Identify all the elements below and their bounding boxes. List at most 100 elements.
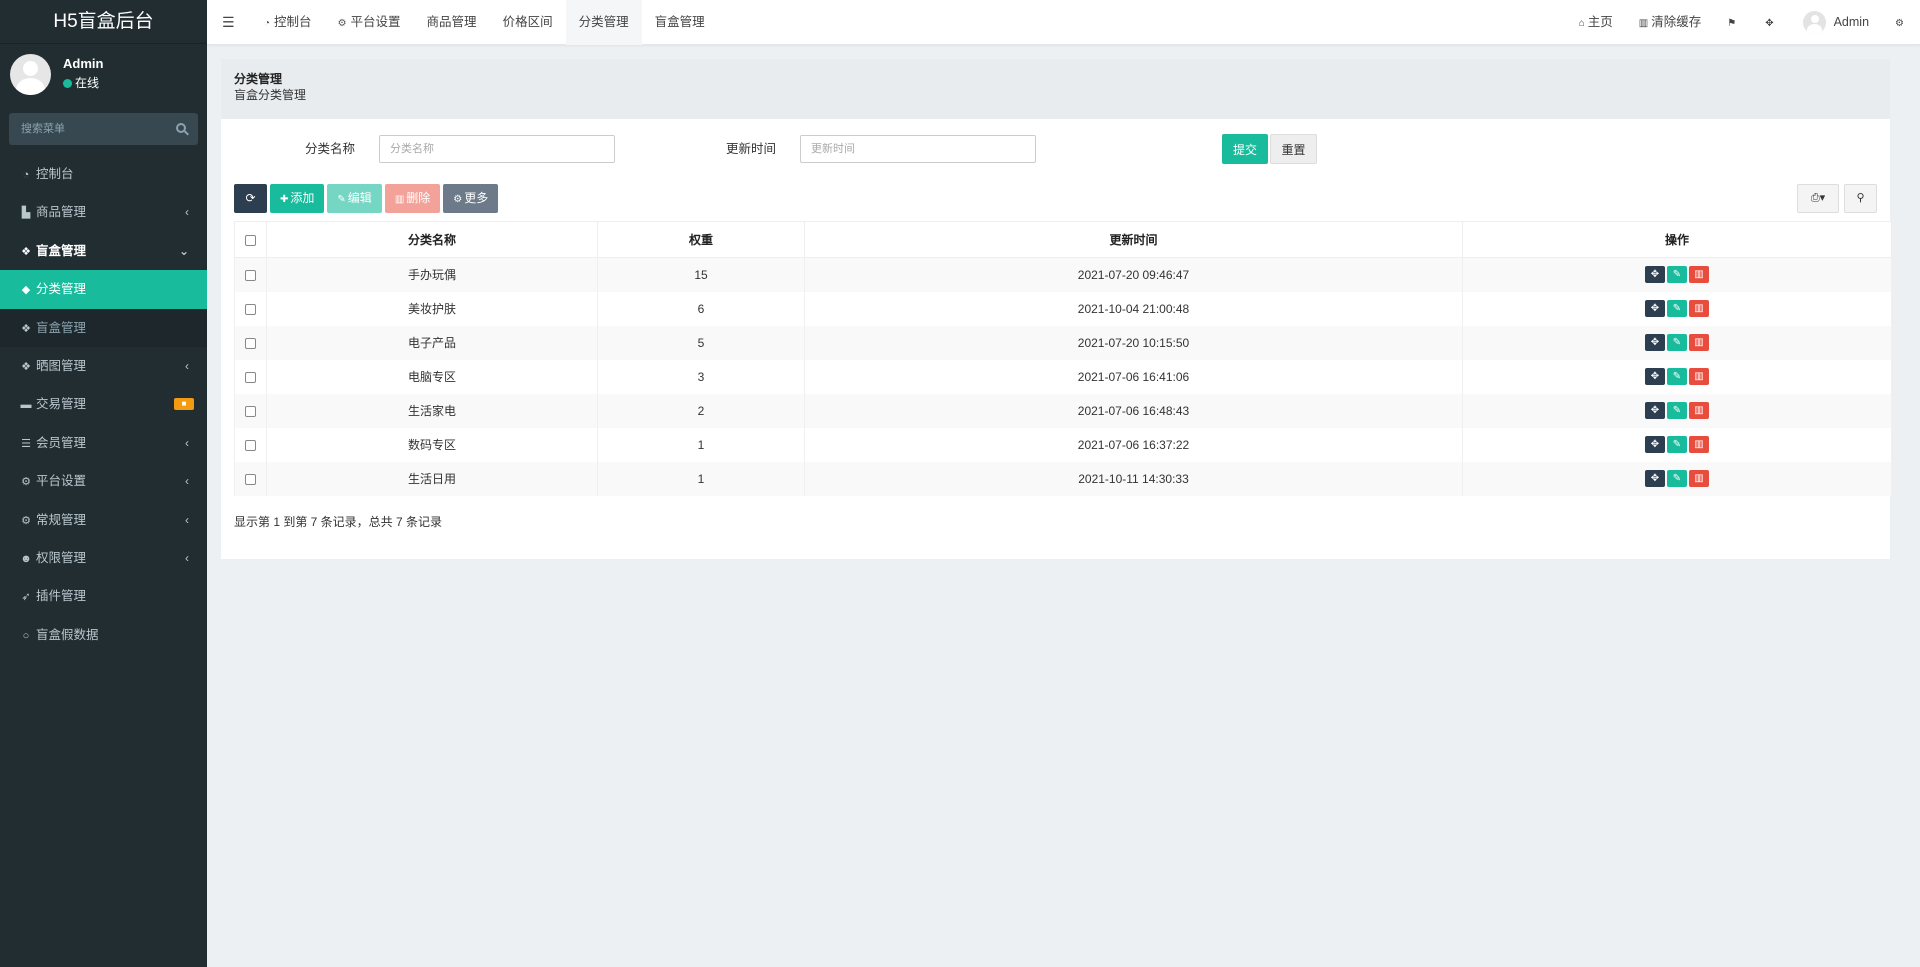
delete-button[interactable]: ▥ 删除 bbox=[384, 184, 441, 213]
clear-cache-link[interactable]: ▥ 清除缓存 bbox=[1626, 0, 1714, 45]
tab-platform-settings[interactable]: ⚙ 平台设置 bbox=[325, 0, 414, 45]
row-delete-button[interactable]: ▥ bbox=[1689, 436, 1709, 453]
row-checkbox[interactable] bbox=[245, 405, 256, 417]
row-select-cell bbox=[234, 461, 267, 496]
sidebar-item-blindbox-sub[interactable]: ❖ 盲盒管理 bbox=[0, 308, 207, 347]
fullscreen-button[interactable]: ✥ bbox=[1752, 0, 1789, 45]
row-edit-button[interactable]: ✎ bbox=[1667, 436, 1687, 453]
row-checkbox[interactable] bbox=[245, 270, 256, 282]
more-button[interactable]: ⚙ 更多 bbox=[443, 184, 499, 213]
row-delete-button[interactable]: ▥ bbox=[1689, 300, 1709, 317]
tags-icon: ◆ bbox=[21, 284, 31, 297]
home-icon: ⌂ bbox=[1578, 18, 1585, 29]
sidebar-item-auth[interactable]: ☻ 权限管理 ‹ bbox=[0, 539, 207, 577]
chevron-left-icon: ‹ bbox=[185, 550, 189, 565]
column-header-time[interactable]: 更新时间 bbox=[804, 221, 1463, 258]
cell-weight: 2 bbox=[597, 393, 805, 428]
row-delete-button[interactable]: ▥ bbox=[1689, 402, 1709, 419]
sidebar-item-category[interactable]: ◆ 分类管理 bbox=[0, 270, 207, 309]
row-checkbox[interactable] bbox=[245, 473, 256, 485]
tab-category[interactable]: 分类管理 bbox=[565, 0, 642, 45]
tab-blindbox[interactable]: 盲盒管理 bbox=[642, 0, 718, 45]
cell-weight: 6 bbox=[597, 291, 805, 326]
cell-weight: 15 bbox=[597, 257, 805, 292]
sidebar-item-general[interactable]: ⚙ 常规管理 ‹ bbox=[0, 501, 207, 539]
cell-actions: ✥ ✎ ▥ bbox=[1462, 257, 1892, 292]
edit-button[interactable]: ✎ 编辑 bbox=[327, 184, 382, 213]
cogs-icon: ⚙ bbox=[1895, 18, 1904, 29]
row-delete-button[interactable]: ▥ bbox=[1689, 368, 1709, 385]
sidebar-item-goods[interactable]: ▙ 商品管理 ‹ bbox=[0, 193, 207, 231]
search-icon[interactable] bbox=[176, 123, 186, 133]
sidebar-item-plugins[interactable]: ➶ 插件管理 bbox=[0, 577, 207, 615]
sidebar-item-members[interactable]: ☰ 会员管理 ‹ bbox=[0, 424, 207, 462]
drag-sort-button[interactable]: ✥ bbox=[1645, 470, 1665, 487]
nav-tabs: ◔ 控制台 ⚙ 平台设置 商品管理 价格区间 分类管理 盲盒管理 bbox=[251, 0, 718, 45]
chevron-down-icon: ⌄ bbox=[178, 243, 189, 258]
time-filter-input[interactable] bbox=[800, 135, 1036, 163]
chevron-left-icon: ‹ bbox=[185, 474, 189, 489]
cell-actions: ✥ ✎ ▥ bbox=[1462, 325, 1892, 360]
row-edit-button[interactable]: ✎ bbox=[1667, 368, 1687, 385]
row-checkbox[interactable] bbox=[245, 371, 256, 383]
row-checkbox[interactable] bbox=[245, 439, 256, 451]
user-name: Admin bbox=[63, 56, 104, 71]
sidebar-item-dashboard[interactable]: ◔ 控制台 bbox=[0, 155, 207, 193]
dropbox-icon: ❖ bbox=[21, 245, 31, 258]
tab-goods[interactable]: 商品管理 bbox=[414, 0, 490, 45]
home-link[interactable]: ⌂ 主页 bbox=[1566, 0, 1626, 45]
row-delete-button[interactable]: ▥ bbox=[1689, 266, 1709, 284]
row-edit-button[interactable]: ✎ bbox=[1667, 470, 1687, 487]
user-menu[interactable]: Admin bbox=[1790, 0, 1882, 45]
sidebar-search-input[interactable] bbox=[9, 113, 169, 145]
rocket-icon: ➶ bbox=[21, 591, 31, 604]
refresh-button[interactable]: ⟳ bbox=[234, 184, 267, 213]
table-search-button[interactable]: ⚲ bbox=[1844, 184, 1877, 213]
export-button[interactable]: ⎙▾ bbox=[1797, 184, 1839, 213]
language-button[interactable]: ⚑ bbox=[1714, 0, 1752, 45]
circle-icon: ○ bbox=[22, 629, 30, 642]
cog-icon: ⚙ bbox=[453, 194, 463, 205]
sidebar-item-platform[interactable]: ⚙ 平台设置 ‹ bbox=[0, 462, 207, 500]
name-filter-input[interactable] bbox=[379, 135, 615, 163]
settings-button[interactable]: ⚙ bbox=[1882, 0, 1920, 45]
menu-toggle-icon[interactable]: ☰ bbox=[222, 14, 235, 31]
submit-button[interactable]: 提交 bbox=[1222, 134, 1268, 164]
list-icon: ☰ bbox=[21, 437, 31, 450]
row-edit-button[interactable]: ✎ bbox=[1667, 300, 1687, 317]
app-logo[interactable]: H5盲盒后台 bbox=[0, 0, 207, 44]
sidebar-item-blindbox[interactable]: ❖ 盲盒管理 ⌄ bbox=[0, 232, 207, 270]
sidebar-item-photos[interactable]: ❖ 晒图管理 ‹ bbox=[0, 347, 207, 385]
row-edit-button[interactable]: ✎ bbox=[1667, 334, 1687, 351]
drag-sort-button[interactable]: ✥ bbox=[1645, 300, 1665, 317]
cell-time: 2021-07-06 16:41:06 bbox=[804, 359, 1463, 394]
select-all-checkbox[interactable] bbox=[245, 234, 256, 246]
row-edit-button[interactable]: ✎ bbox=[1667, 266, 1687, 284]
drag-sort-button[interactable]: ✥ bbox=[1645, 402, 1665, 419]
drag-sort-button[interactable]: ✥ bbox=[1645, 266, 1665, 284]
chevron-left-icon: ‹ bbox=[185, 358, 189, 373]
row-checkbox[interactable] bbox=[245, 303, 256, 315]
sidebar-item-fake-data[interactable]: ○ 盲盒假数据 bbox=[0, 616, 207, 654]
column-header-name[interactable]: 分类名称 bbox=[266, 221, 598, 258]
tab-price-range[interactable]: 价格区间 bbox=[490, 0, 566, 45]
reset-button[interactable]: 重置 bbox=[1270, 134, 1317, 164]
tab-dashboard[interactable]: ◔ 控制台 bbox=[251, 0, 325, 45]
row-checkbox[interactable] bbox=[245, 337, 256, 349]
row-edit-button[interactable]: ✎ bbox=[1667, 402, 1687, 419]
cell-name: 生活日用 bbox=[266, 461, 598, 496]
page-subtitle: 盲盒分类管理 bbox=[234, 88, 307, 102]
drag-sort-button[interactable]: ✥ bbox=[1645, 368, 1665, 385]
column-header-weight[interactable]: 权重 bbox=[597, 221, 805, 258]
table-row: 电子产品 5 2021-07-20 10:15:50 ✥ ✎ ▥ bbox=[234, 325, 1892, 360]
row-delete-button[interactable]: ▥ bbox=[1689, 470, 1709, 487]
sidebar-menu: ◔ 控制台 ▙ 商品管理 ‹ ❖ 盲盒管理 ⌄ ◆ 分类管理 ❖ 盲盒管理 ❖ 晒图管理 ‹… bbox=[0, 155, 207, 654]
add-button[interactable]: ✚ 添加 bbox=[270, 184, 325, 213]
content-panel: 分类管理 盲盒分类管理 分类名称 更新时间 提交 重置 ⟳ ✚添加 ✎编辑 ▥删… bbox=[221, 59, 1892, 559]
cog-icon: ⚙ bbox=[337, 18, 347, 29]
row-delete-button[interactable]: ▥ bbox=[1689, 334, 1709, 351]
sidebar-item-trade[interactable]: ▬ 交易管理 ■ bbox=[0, 385, 207, 423]
drag-sort-button[interactable]: ✥ bbox=[1645, 334, 1665, 351]
chevron-left-icon: ‹ bbox=[185, 512, 189, 527]
drag-sort-button[interactable]: ✥ bbox=[1645, 436, 1665, 453]
